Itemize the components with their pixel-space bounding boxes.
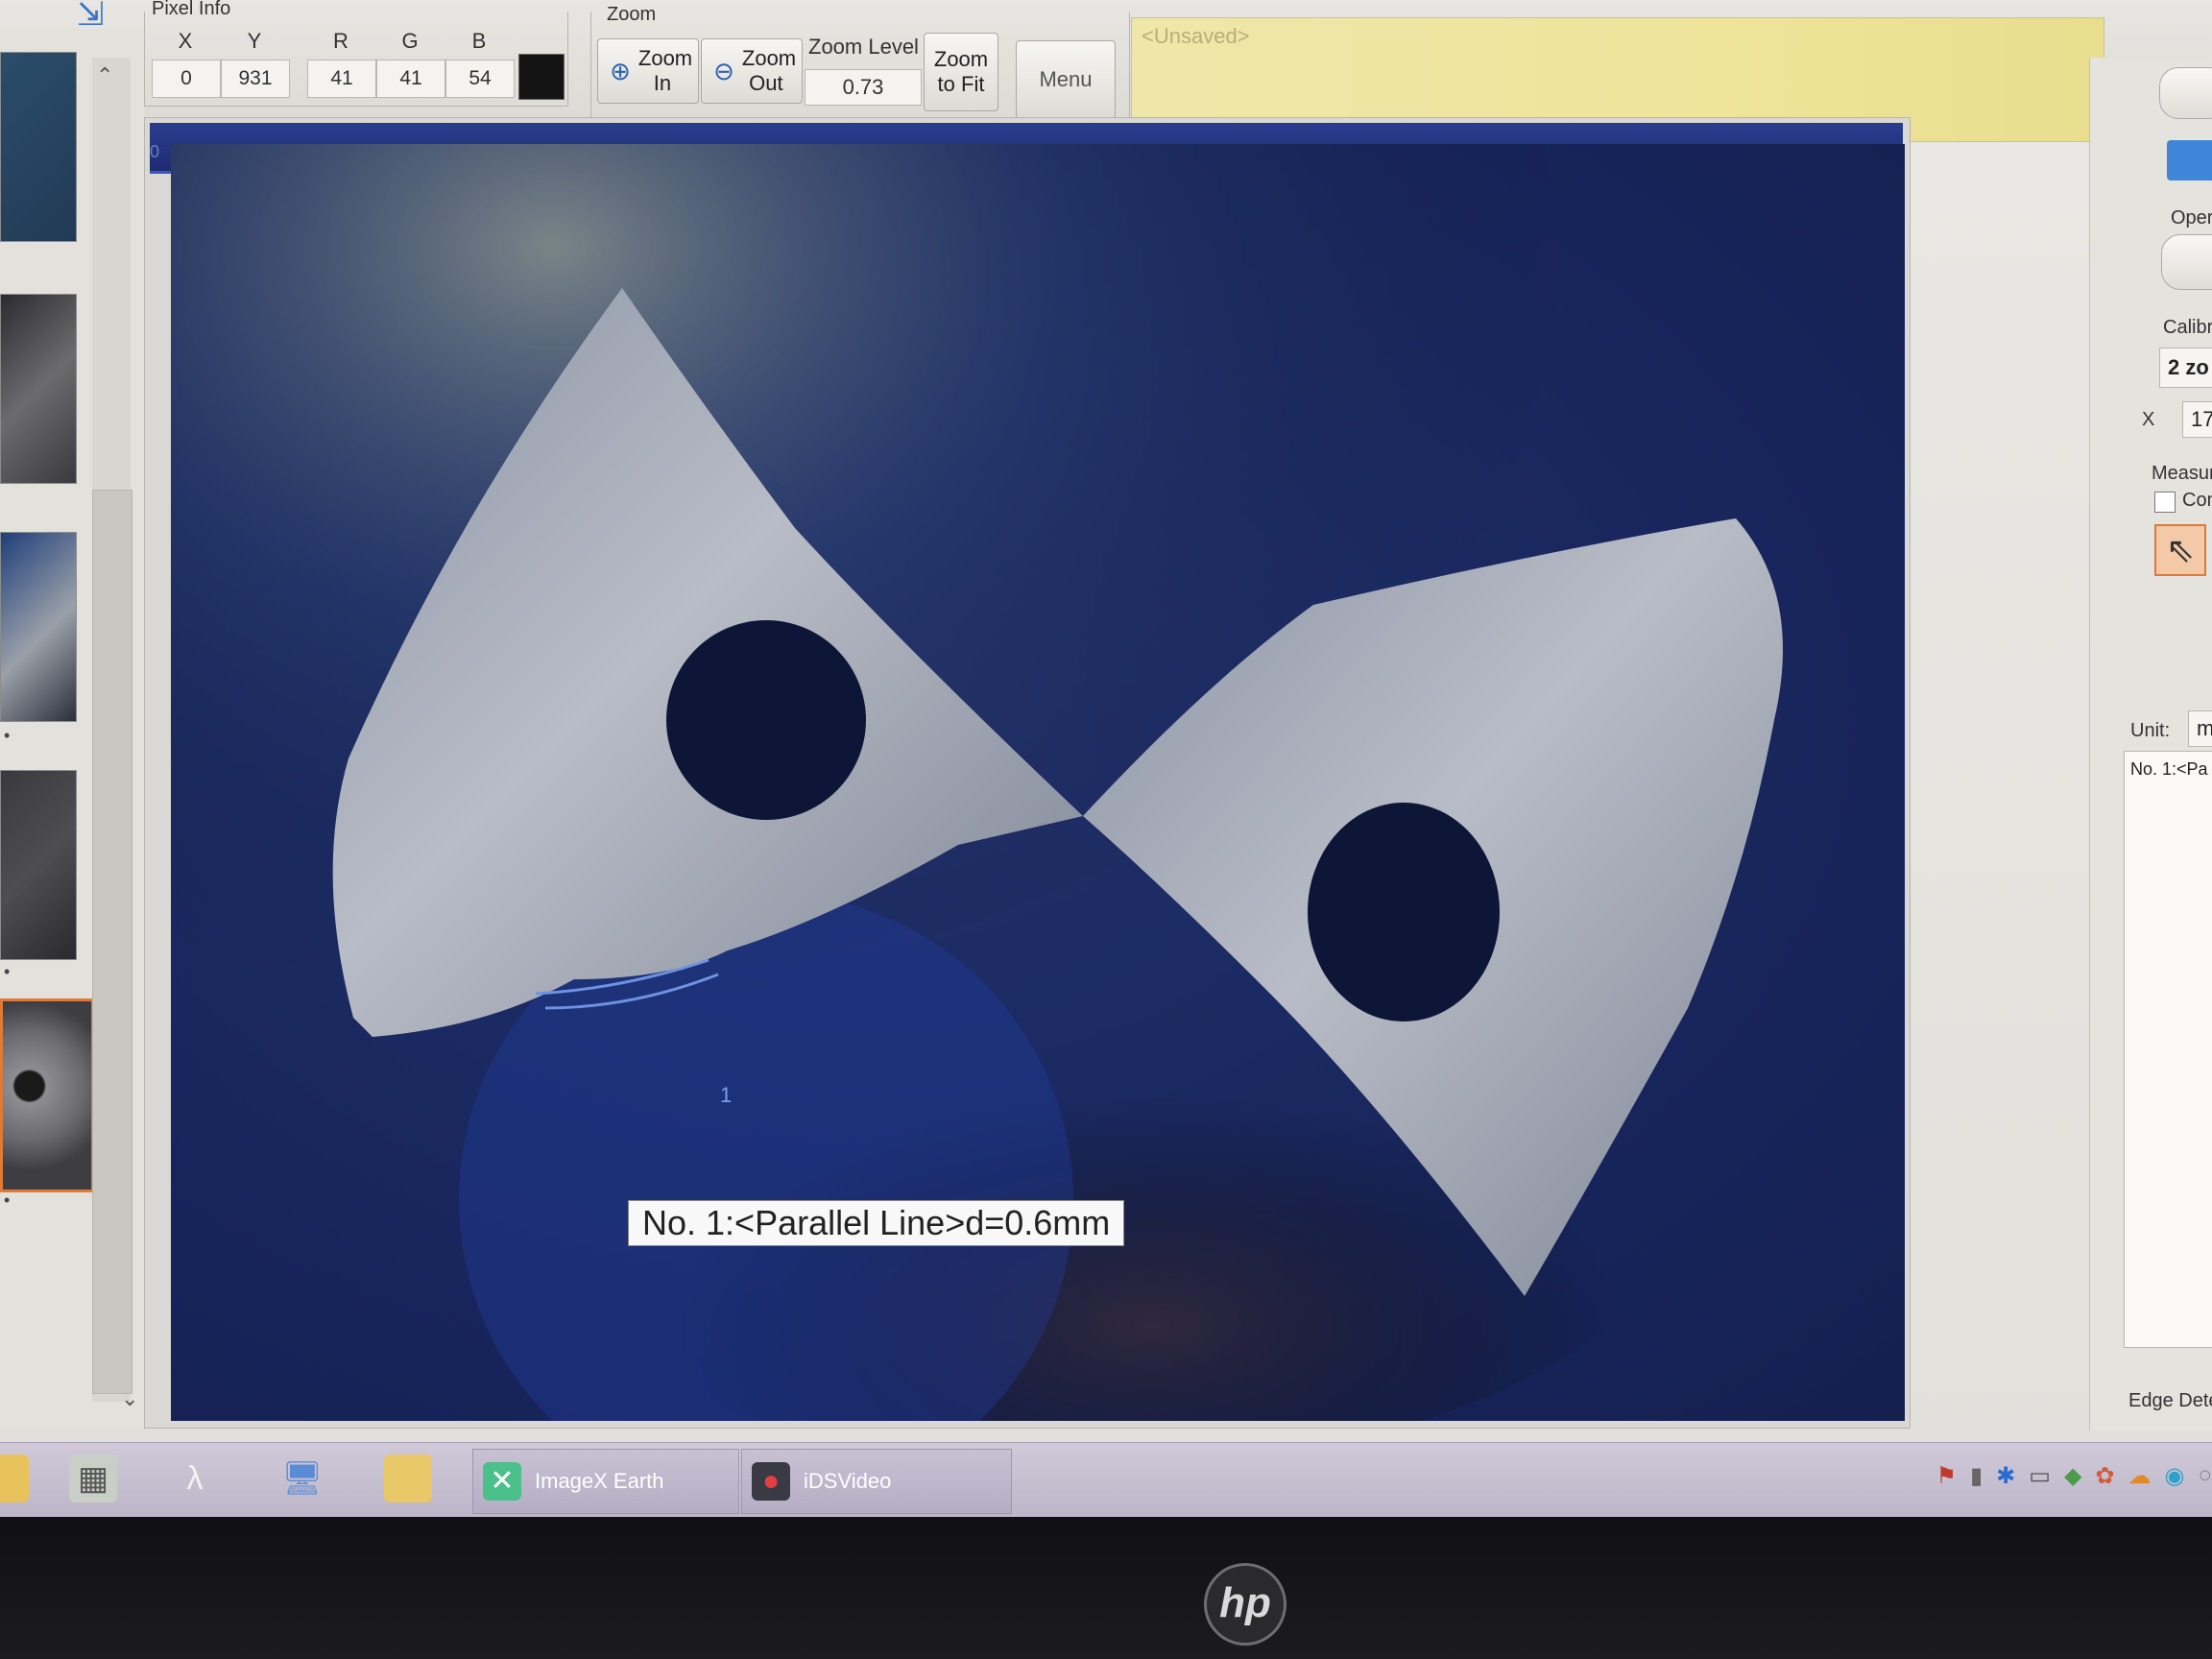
zoom-in-button[interactable]: ⊕ Zoom In (597, 38, 699, 104)
thumbnail[interactable] (0, 294, 77, 484)
bluetooth-icon[interactable]: ✱ (1996, 1462, 2015, 1490)
unit-select[interactable]: mi (2188, 710, 2212, 747)
scroll-down-icon[interactable]: ⌄ (121, 1386, 138, 1411)
computer-icon[interactable]: 🖥 (278, 1455, 326, 1503)
calculator-icon[interactable]: ▦ (69, 1455, 117, 1503)
network-icon[interactable]: ◆ (2064, 1462, 2081, 1490)
display-icon[interactable]: ▭ (2029, 1462, 2051, 1490)
panel-top-button[interactable] (2159, 67, 2212, 119)
pixel-y-header: Y (247, 29, 262, 53)
thumbnail-marker: • (4, 1190, 11, 1210)
imagex-earth-icon: ✕ (483, 1462, 521, 1501)
thumbnail[interactable] (0, 532, 77, 722)
pixel-r-value: 41 (307, 60, 376, 98)
pixel-x-header: X (178, 29, 193, 53)
zoom-in-label: Zoom In (637, 46, 693, 95)
export-icon[interactable]: ⇲ (77, 0, 115, 31)
toolbar: ⇲ Pixel Info X 0 Y 931 R 41 G 41 B 54 Zo… (0, 0, 2212, 142)
zoom-out-button[interactable]: ⊖ Zoom Out (701, 38, 803, 104)
measurement-list-item[interactable]: No. 1:<Pa (2130, 759, 2208, 780)
measurement-index: 1 (720, 1083, 733, 1107)
taskbar-app-label: iDSVideo (804, 1469, 892, 1493)
thumbnail-selected[interactable] (0, 998, 94, 1192)
continuous-checkbox-label: Con (2182, 490, 2212, 511)
security-icon[interactable]: ◉ (2165, 1462, 2185, 1490)
camera-icon[interactable] (2167, 140, 2212, 180)
unit-label: Unit: (2130, 720, 2171, 741)
unsaved-label: <Unsaved> (1142, 24, 1250, 48)
thumbnail-strip: • • • ⌃ ⌄ (0, 29, 144, 1431)
pixel-color-swatch (518, 54, 565, 100)
right-hole (1308, 803, 1500, 1022)
pixel-g-header: G (401, 29, 419, 53)
calibration-label: Calibra (2163, 317, 2212, 338)
idsvideo-icon: ● (752, 1462, 790, 1501)
taskbar: ▦ λ 🖥 ✕ ImageX Earth ● iDSVideo ⚑ ▮ ✱ ▭ … (0, 1442, 2212, 1517)
folder-icon[interactable] (384, 1455, 432, 1503)
pixel-g-value: 41 (376, 60, 445, 98)
monitor-screen: ⇲ Pixel Info X 0 Y 931 R 41 G 41 B 54 Zo… (0, 0, 2212, 1517)
zoom-out-icon: ⊖ (713, 57, 734, 85)
thumbnail-scroll-thumb[interactable] (92, 490, 132, 1394)
measure-label: Measur (2152, 463, 2212, 484)
pixel-y-value: 931 (221, 60, 290, 98)
measurement-list[interactable]: No. 1:<Pa (2124, 751, 2212, 1348)
edge-detection-label[interactable]: Edge Detectio (2128, 1390, 2212, 1412)
math-input-icon[interactable]: λ (171, 1455, 219, 1503)
menu-button[interactable]: Menu (1016, 40, 1116, 119)
taskbar-app-label: ImageX Earth (535, 1469, 664, 1493)
calibration-select[interactable]: 2 zo (2159, 348, 2212, 388)
action-center-flag-icon[interactable]: ⚑ (1936, 1462, 1957, 1490)
monitor-bezel (0, 1517, 2212, 1659)
zoom-out-label: Zoom Out (741, 46, 797, 95)
scroll-up-icon[interactable]: ⌃ (96, 63, 113, 88)
open-button[interactable] (2161, 234, 2212, 290)
notes-icon[interactable] (0, 1455, 29, 1503)
continuous-checkbox[interactable] (2154, 492, 2176, 513)
thumbnail[interactable] (0, 770, 77, 960)
open-label: Oper (2171, 207, 2212, 228)
zoom-in-icon: ⊕ (610, 57, 631, 85)
zoom-to-fit-button[interactable]: Zoom to Fit (924, 33, 998, 111)
usb-icon[interactable]: ▮ (1970, 1462, 1983, 1490)
measurement-annotation[interactable]: No. 1:<Parallel Line>d=0.6mm (628, 1200, 1125, 1246)
calibration-x-label: X (2142, 409, 2155, 430)
tray-app-icon[interactable]: ✿ (2095, 1462, 2114, 1490)
tray-more-icon[interactable]: ○ (2199, 1462, 2212, 1490)
zoom-level-label: Zoom Level (808, 35, 919, 59)
hp-logo: hp (1204, 1563, 1286, 1646)
select-cursor-icon[interactable]: ⇖ (2154, 524, 2206, 576)
thumbnail[interactable] (0, 52, 77, 242)
pixel-b-header: B (471, 29, 487, 53)
zoom-level-input[interactable]: 0.73 (805, 69, 922, 106)
thumbnail-marker: • (4, 726, 11, 745)
pixel-x-value: 0 (152, 60, 221, 98)
thumbnail-marker: • (4, 962, 11, 981)
taskbar-app-imagex-earth[interactable]: ✕ ImageX Earth (472, 1449, 739, 1514)
left-hole (666, 620, 866, 820)
ruler-tick-label: 0 (150, 142, 160, 161)
pixel-b-value: 54 (445, 60, 515, 98)
pixel-r-header: R (333, 29, 349, 53)
calibration-x-field[interactable]: 17 (2182, 401, 2212, 438)
system-tray: ⚑ ▮ ✱ ▭ ◆ ✿ ☁ ◉ ○ (1936, 1462, 2212, 1490)
taskbar-app-idsvideo[interactable]: ● iDSVideo (741, 1449, 1012, 1514)
cloud-icon[interactable]: ☁ (2128, 1462, 2152, 1490)
microscope-image[interactable]: 1 No. 1:<Parallel Line>d=0.6mm (171, 144, 1905, 1421)
